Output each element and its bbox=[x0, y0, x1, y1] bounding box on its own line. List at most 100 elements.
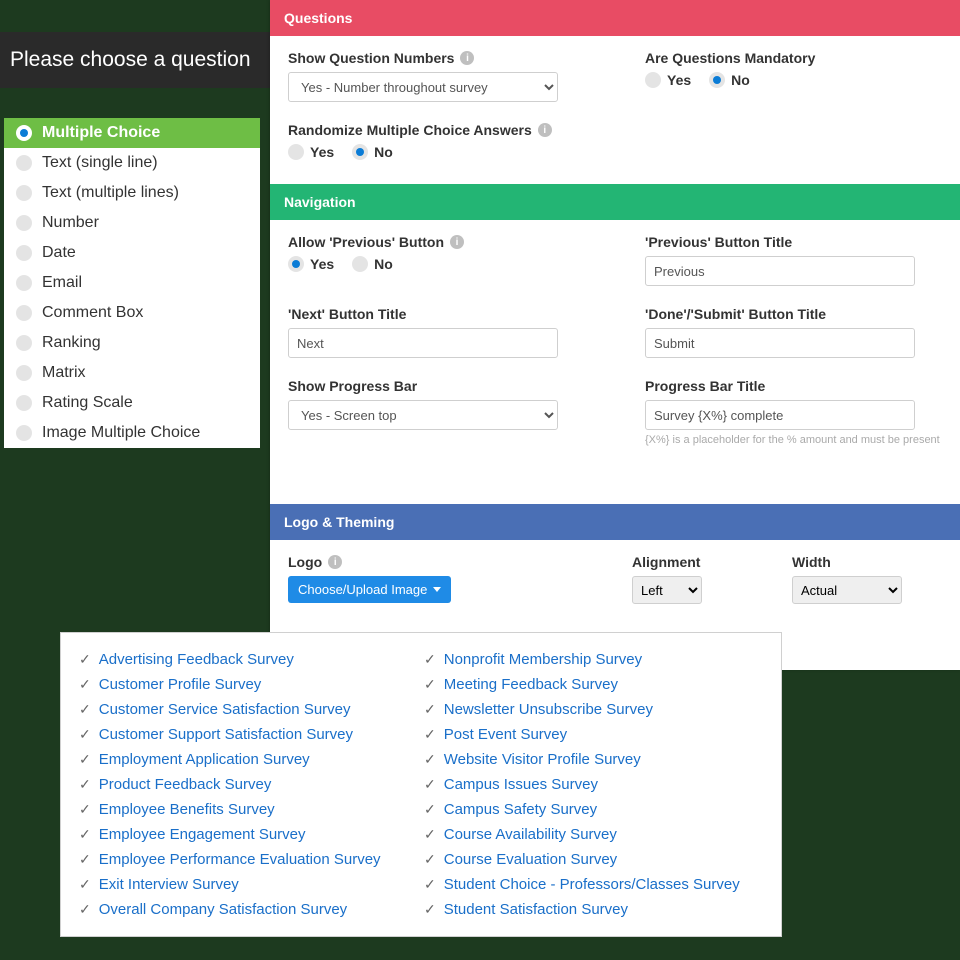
progress-title-hint: {X%} is a placeholder for the % amount a… bbox=[645, 434, 942, 446]
show-numbers-field: Show Question Numbers i Yes - Number thr… bbox=[288, 50, 585, 102]
template-link[interactable]: ✓Post Event Survey bbox=[424, 722, 763, 747]
prev-title-input[interactable] bbox=[645, 256, 915, 286]
template-label: Employee Benefits Survey bbox=[99, 801, 275, 818]
allow-prev-yes-radio[interactable]: Yes bbox=[288, 256, 334, 272]
prev-title-field: 'Previous' Button Title bbox=[645, 234, 942, 286]
template-link[interactable]: ✓Student Satisfaction Survey bbox=[424, 897, 763, 922]
template-link[interactable]: ✓Campus Safety Survey bbox=[424, 797, 763, 822]
template-label: Newsletter Unsubscribe Survey bbox=[444, 701, 653, 718]
question-type-item[interactable]: Email bbox=[4, 268, 260, 298]
template-link[interactable]: ✓Meeting Feedback Survey bbox=[424, 672, 763, 697]
check-icon: ✓ bbox=[424, 676, 436, 693]
radio-icon bbox=[16, 125, 32, 141]
nav-body: Allow 'Previous' Button i Yes No 'Previo… bbox=[270, 220, 960, 470]
template-link[interactable]: ✓Customer Profile Survey bbox=[79, 672, 418, 697]
template-label: Overall Company Satisfaction Survey bbox=[99, 901, 347, 918]
check-icon: ✓ bbox=[79, 826, 91, 843]
check-icon: ✓ bbox=[79, 676, 91, 693]
template-link[interactable]: ✓Employee Performance Evaluation Survey bbox=[79, 847, 418, 872]
template-link[interactable]: ✓ Employee Engagement Survey bbox=[79, 822, 418, 847]
question-type-label: Date bbox=[42, 244, 76, 262]
template-link[interactable]: ✓Course Availability Survey bbox=[424, 822, 763, 847]
template-link[interactable]: ✓Student Choice - Professors/Classes Sur… bbox=[424, 872, 763, 897]
choose-question-header: Please choose a question bbox=[0, 32, 300, 88]
allow-prev-no-radio[interactable]: No bbox=[352, 256, 393, 272]
check-icon: ✓ bbox=[424, 851, 436, 868]
next-title-input[interactable] bbox=[288, 328, 558, 358]
question-type-item[interactable]: Rating Scale bbox=[4, 388, 260, 418]
randomize-yes-radio[interactable]: Yes bbox=[288, 144, 334, 160]
template-link[interactable]: ✓Newsletter Unsubscribe Survey bbox=[424, 697, 763, 722]
question-type-item[interactable]: Comment Box bbox=[4, 298, 260, 328]
template-link[interactable]: ✓Customer Support Satisfaction Survey bbox=[79, 722, 418, 747]
question-type-item[interactable]: Number bbox=[4, 208, 260, 238]
question-type-label: Ranking bbox=[42, 334, 101, 352]
template-label: Employment Application Survey bbox=[99, 751, 310, 768]
question-type-item[interactable]: Multiple Choice bbox=[4, 118, 260, 148]
question-type-item[interactable]: Matrix bbox=[4, 358, 260, 388]
info-icon[interactable]: i bbox=[538, 123, 552, 137]
allow-prev-field: Allow 'Previous' Button i Yes No bbox=[288, 234, 585, 286]
done-title-field: 'Done'/'Submit' Button Title bbox=[645, 306, 942, 358]
template-label: Campus Issues Survey bbox=[444, 776, 598, 793]
template-label: Customer Service Satisfaction Survey bbox=[99, 701, 351, 718]
radio-icon bbox=[16, 215, 32, 231]
next-title-field: 'Next' Button Title bbox=[288, 306, 585, 358]
done-title-input[interactable] bbox=[645, 328, 915, 358]
check-icon: ✓ bbox=[79, 901, 91, 918]
question-type-label: Rating Scale bbox=[42, 394, 133, 412]
mandatory-yes-radio[interactable]: Yes bbox=[645, 72, 691, 88]
info-icon[interactable]: i bbox=[450, 235, 464, 249]
check-icon: ✓ bbox=[424, 826, 436, 843]
info-icon[interactable]: i bbox=[328, 555, 342, 569]
radio-icon bbox=[16, 275, 32, 291]
mandatory-field: Are Questions Mandatory Yes No bbox=[645, 50, 942, 102]
width-field: Width Actual bbox=[792, 554, 942, 604]
progress-title-input[interactable] bbox=[645, 400, 915, 430]
mandatory-no-radio[interactable]: No bbox=[709, 72, 750, 88]
template-link[interactable]: ✓Customer Service Satisfaction Survey bbox=[79, 697, 418, 722]
info-icon[interactable]: i bbox=[460, 51, 474, 65]
template-link[interactable]: ✓Nonprofit Membership Survey bbox=[424, 647, 763, 672]
question-type-label: Image Multiple Choice bbox=[42, 424, 200, 442]
randomize-no-radio[interactable]: No bbox=[352, 144, 393, 160]
progress-bar-field: Show Progress Bar Yes - Screen top bbox=[288, 378, 585, 446]
question-type-item[interactable]: Image Multiple Choice bbox=[4, 418, 260, 448]
question-type-item[interactable]: Text (multiple lines) bbox=[4, 178, 260, 208]
check-icon: ✓ bbox=[424, 751, 436, 768]
template-label: Exit Interview Survey bbox=[99, 876, 239, 893]
choose-image-button[interactable]: Choose/Upload Image bbox=[288, 576, 451, 603]
check-icon: ✓ bbox=[424, 726, 436, 743]
question-type-item[interactable]: Ranking bbox=[4, 328, 260, 358]
template-link[interactable]: ✓Campus Issues Survey bbox=[424, 772, 763, 797]
question-type-label: Multiple Choice bbox=[42, 124, 160, 142]
radio-icon bbox=[16, 155, 32, 171]
template-label: Product Feedback Survey bbox=[99, 776, 272, 793]
show-numbers-select[interactable]: Yes - Number throughout survey bbox=[288, 72, 558, 102]
template-link[interactable]: ✓ Advertising Feedback Survey bbox=[79, 647, 418, 672]
template-label: Student Satisfaction Survey bbox=[444, 901, 628, 918]
progress-bar-select[interactable]: Yes - Screen top bbox=[288, 400, 558, 430]
question-type-item[interactable]: Text (single line) bbox=[4, 148, 260, 178]
template-link[interactable]: ✓Exit Interview Survey bbox=[79, 872, 418, 897]
width-select[interactable]: Actual bbox=[792, 576, 902, 604]
template-link[interactable]: ✓Employment Application Survey bbox=[79, 747, 418, 772]
template-link[interactable]: ✓ Overall Company Satisfaction Survey bbox=[79, 897, 418, 922]
alignment-select[interactable]: Left bbox=[632, 576, 702, 604]
template-link[interactable]: ✓Course Evaluation Survey bbox=[424, 847, 763, 872]
template-link[interactable]: ✓Website Visitor Profile Survey bbox=[424, 747, 763, 772]
check-icon: ✓ bbox=[424, 801, 436, 818]
templates-panel: ✓ Advertising Feedback Survey ✓Customer Pr… bbox=[60, 632, 782, 937]
caret-down-icon bbox=[433, 587, 441, 592]
question-type-item[interactable]: Date bbox=[4, 238, 260, 268]
settings-column: Questions Show Question Numbers i Yes - … bbox=[270, 0, 960, 670]
logo-field: Logo i Choose/Upload Image bbox=[288, 554, 622, 604]
question-type-label: Email bbox=[42, 274, 82, 292]
template-label: Nonprofit Membership Survey bbox=[444, 651, 642, 668]
template-label: Advertising Feedback Survey bbox=[99, 651, 294, 668]
template-link[interactable]: ✓Product Feedback Survey bbox=[79, 772, 418, 797]
template-link[interactable]: ✓Employee Benefits Survey bbox=[79, 797, 418, 822]
template-label: Employee Engagement Survey bbox=[99, 826, 306, 843]
logo-body: Logo i Choose/Upload Image Alignment Lef… bbox=[270, 540, 960, 630]
check-icon: ✓ bbox=[79, 651, 91, 668]
